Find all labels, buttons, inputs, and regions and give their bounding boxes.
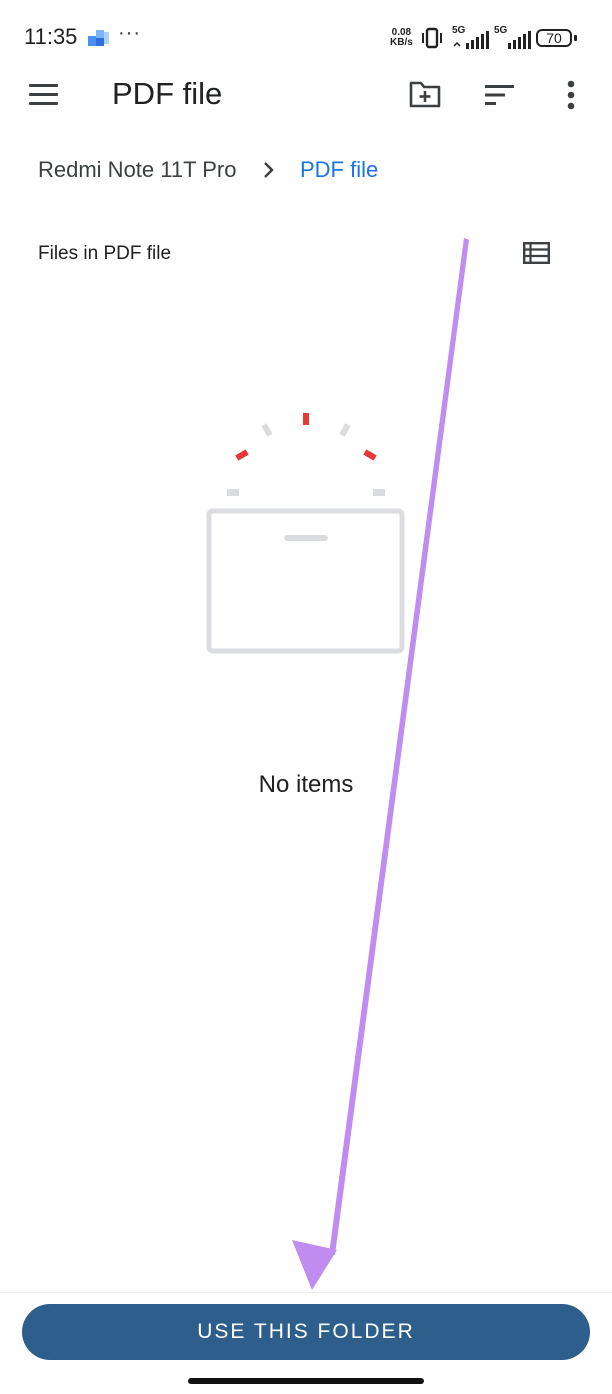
app-notification-icon	[88, 30, 109, 46]
page-title: PDF file	[112, 76, 223, 111]
menu-icon[interactable]	[29, 84, 59, 106]
chevron-right-icon	[264, 162, 274, 178]
empty-state-text: No items	[258, 771, 354, 798]
files-section-label: Files in PDF file	[38, 243, 172, 264]
list-view-icon[interactable]	[523, 242, 550, 264]
vibrate-icon	[422, 27, 442, 49]
status-time: 11:35	[24, 24, 78, 49]
new-folder-icon[interactable]	[409, 80, 441, 108]
sort-icon[interactable]	[485, 84, 515, 106]
battery-icon: 70	[536, 29, 572, 47]
signal-icon	[453, 31, 489, 49]
signal-icon	[508, 31, 531, 49]
annotation-arrow	[292, 238, 469, 1290]
network-speed-unit: KB/s	[390, 37, 413, 48]
battery-cap	[574, 35, 577, 41]
status-more-indicator: ···	[118, 22, 141, 44]
breadcrumb-root[interactable]: Redmi Note 11T Pro	[38, 157, 237, 183]
empty-folder-illustration	[206, 413, 405, 654]
breadcrumb-current[interactable]: PDF file	[300, 157, 378, 183]
gesture-nav-handle[interactable]	[188, 1378, 424, 1384]
network-speed: 0.08 KB/s	[390, 28, 413, 48]
overflow-menu-icon[interactable]	[564, 80, 578, 110]
use-this-folder-button[interactable]: USE THIS FOLDER	[22, 1304, 590, 1360]
bottom-divider	[0, 1292, 612, 1293]
